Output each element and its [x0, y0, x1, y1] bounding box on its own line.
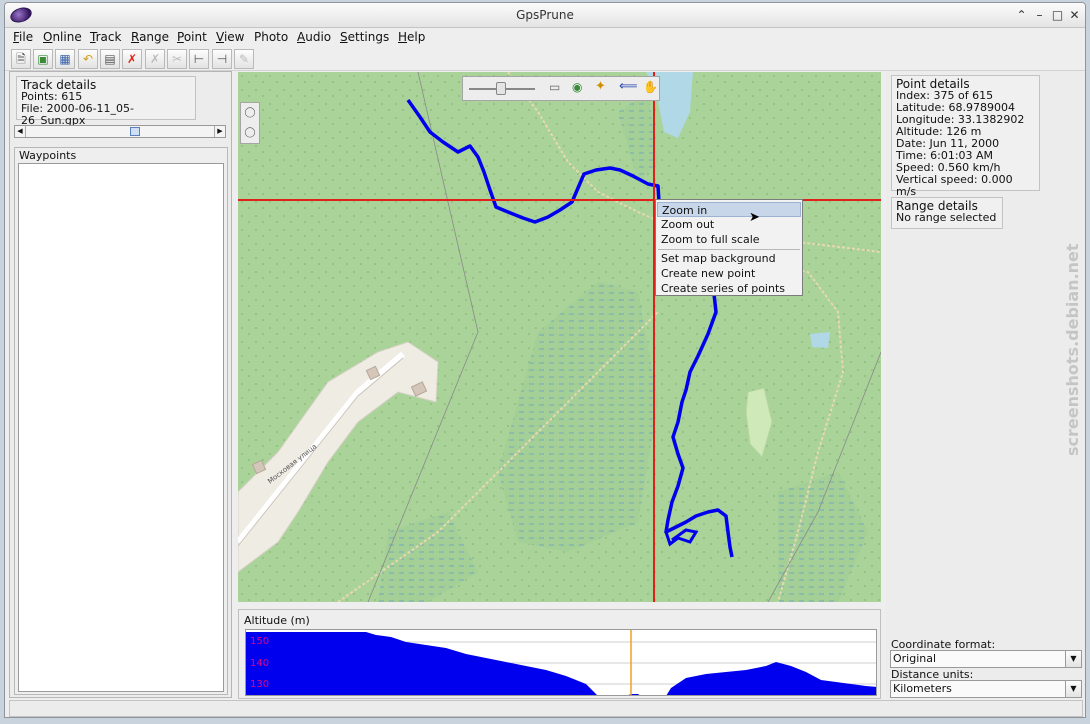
minimize-icon[interactable]: –	[1031, 6, 1048, 24]
edit-mode-icon[interactable]: ✋	[643, 80, 658, 94]
menu-bar: File Online Track Range Point View Photo…	[5, 28, 1085, 47]
watermark-text: screenshots.debian.net	[1063, 243, 1082, 456]
waypoints-panel: Waypoints	[14, 147, 228, 695]
menu-track[interactable]: Track	[90, 30, 121, 44]
left-panel: Track details Points: 615 File: 2000-06-…	[9, 71, 232, 698]
title-bar: GpsPrune ⌃ – □ ✕	[5, 3, 1085, 28]
track-details-box: Track details Points: 615 File: 2000-06-…	[16, 76, 196, 127]
menu-view[interactable]: View	[216, 30, 244, 44]
close-icon[interactable]: ✕	[1066, 6, 1083, 24]
map-controls-bar: ▭ ◉ ✦ ⟸ ✋	[462, 76, 660, 101]
chevron-down-icon[interactable]: ▼	[1065, 651, 1081, 667]
connect-points-icon[interactable]: ⟸	[619, 79, 638, 94]
menu-point[interactable]: Point	[177, 30, 207, 44]
waypoints-title: Waypoints	[19, 149, 77, 162]
open-photo-icon[interactable]: ▣	[33, 49, 53, 69]
profile-tick-130: 130	[250, 679, 269, 690]
delete-icon[interactable]: ✗	[122, 49, 142, 69]
ruler-icon[interactable]: ▭	[549, 80, 560, 94]
table-icon[interactable]: ▤	[100, 49, 120, 69]
ctx-zoom-full-scale[interactable]: Zoom to full scale	[657, 232, 801, 247]
app-window: GpsPrune ⌃ – □ ✕ File Online Track Range…	[4, 2, 1086, 718]
menu-online[interactable]: Online	[43, 30, 82, 44]
track-position-slider[interactable]: ◀ ▶	[14, 125, 226, 138]
distance-units-select[interactable]: Kilometers ▼	[890, 680, 1082, 698]
save-icon[interactable]: ▦	[55, 49, 75, 69]
new-file-icon[interactable]: 🗎	[11, 49, 31, 69]
coordinate-format-select[interactable]: Original ▼	[890, 650, 1082, 668]
right-panel: Point details Index: 375 of 615 Latitude…	[886, 71, 1085, 698]
restore-icon[interactable]: □	[1049, 6, 1066, 24]
slider-right-arrow-icon[interactable]: ▶	[214, 126, 225, 137]
slider-left-arrow-icon[interactable]: ◀	[15, 126, 26, 137]
connect-photo-icon[interactable]: ✎	[234, 49, 254, 69]
zoom-in-icon[interactable]: ◯	[241, 103, 259, 123]
autopan-icon[interactable]: ✦	[595, 79, 606, 94]
map-zoom-slider-thumb[interactable]	[496, 82, 506, 95]
set-range-end-icon[interactable]: ⊣	[212, 49, 232, 69]
profile-tick-140: 140	[250, 658, 269, 669]
window-title: GpsPrune	[516, 8, 574, 22]
menu-help[interactable]: Help	[398, 30, 425, 44]
globe-icon[interactable]: ◉	[572, 80, 582, 94]
zoom-controls: ◯ ◯	[240, 102, 260, 144]
ctx-create-new-point[interactable]: Create new point	[657, 266, 801, 281]
maximize-up-icon[interactable]: ⌃	[1013, 6, 1030, 24]
status-bar	[9, 700, 1083, 717]
chevron-down-icon[interactable]: ▼	[1065, 681, 1081, 697]
zoom-out-icon[interactable]: ◯	[241, 123, 259, 143]
distance-units-value: Kilometers	[893, 682, 952, 695]
menu-audio[interactable]: Audio	[297, 30, 331, 44]
ctx-separator	[658, 249, 800, 250]
point-vertical-speed: Vertical speed: 0.000 m/s	[896, 173, 1013, 198]
range-details-box: Range details No range selected	[891, 197, 1003, 229]
ctx-zoom-in[interactable]: Zoom in	[657, 202, 801, 217]
ctx-zoom-out[interactable]: Zoom out	[657, 217, 801, 232]
profile-tick-150: 150	[250, 636, 269, 647]
menu-photo[interactable]: Photo	[254, 30, 288, 44]
waypoints-list[interactable]	[18, 163, 224, 692]
range-details-text: No range selected	[896, 211, 997, 224]
profile-title: Altitude (m)	[244, 614, 310, 627]
ctx-set-map-background[interactable]: Set map background	[657, 251, 801, 266]
altitude-chart[interactable]: 150 140 130	[245, 629, 877, 696]
slider-thumb[interactable]	[130, 127, 141, 136]
point-details-box: Point details Index: 375 of 615 Latitude…	[891, 75, 1040, 198]
ctx-create-series-points[interactable]: Create series of points	[657, 281, 801, 296]
altitude-chart-canvas: 150 140 130	[246, 630, 876, 695]
menu-file[interactable]: File	[13, 30, 33, 44]
map-view[interactable]: Московая улица ▭ ◉ ✦ ⟸ ✋ ◯ ◯ Zoom in Zoo…	[238, 72, 881, 602]
set-range-start-icon[interactable]: ⊢	[189, 49, 209, 69]
coordinate-format-value: Original	[893, 652, 937, 665]
menu-range[interactable]: Range	[131, 30, 169, 44]
mouse-cursor-icon: ➤	[749, 210, 760, 225]
map-canvas: Московая улица	[238, 72, 881, 602]
undo-icon[interactable]: ↶	[78, 49, 98, 69]
track-file-name: File: 2000-06-11_05-26_Sun.gpx	[21, 102, 135, 127]
toolbar: 🗎 ▣ ▦ ↶ ▤ ✗ ✗ ✂ ⊢ ⊣ ✎	[5, 47, 1085, 71]
menu-settings[interactable]: Settings	[340, 30, 389, 44]
altitude-profile-panel: Altitude (m) 150 140 130	[238, 609, 881, 699]
map-context-menu: Zoom in Zoom out Zoom to full scale Set …	[655, 199, 803, 296]
split-icon[interactable]: ✂	[167, 49, 187, 69]
delete-range-icon[interactable]: ✗	[145, 49, 165, 69]
